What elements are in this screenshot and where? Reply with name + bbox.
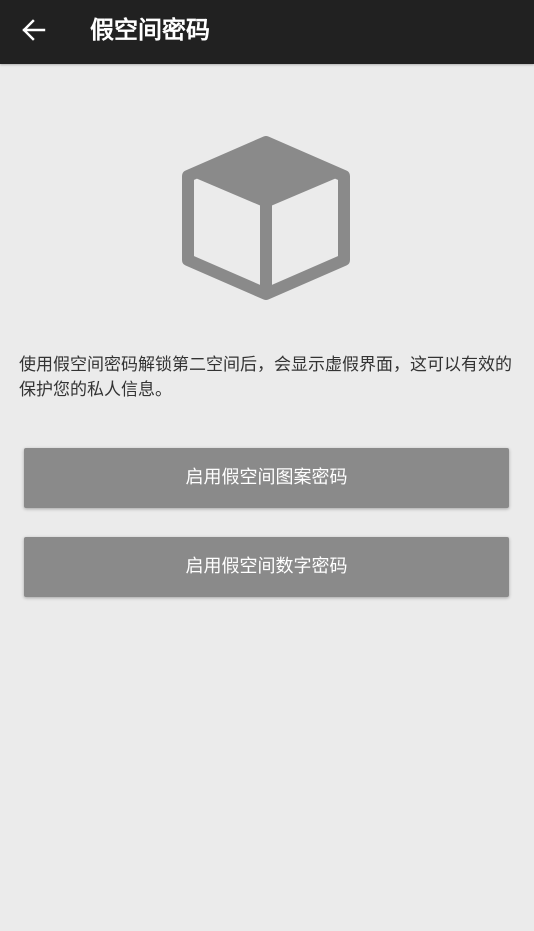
enable-pattern-password-button[interactable]: 启用假空间图案密码	[24, 448, 509, 508]
back-button[interactable]	[12, 8, 56, 52]
description-text: 使用假空间密码解锁第二空间后，会显示虚假界面，这可以有效的保护您的私人信息。	[19, 355, 512, 400]
page-title: 假空间密码	[90, 16, 210, 44]
enable-number-password-button[interactable]: 启用假空间数字密码	[24, 537, 509, 597]
app-bar: 假空间密码	[0, 0, 534, 64]
arrow-left-icon	[22, 19, 46, 41]
cube-icon	[182, 136, 350, 300]
